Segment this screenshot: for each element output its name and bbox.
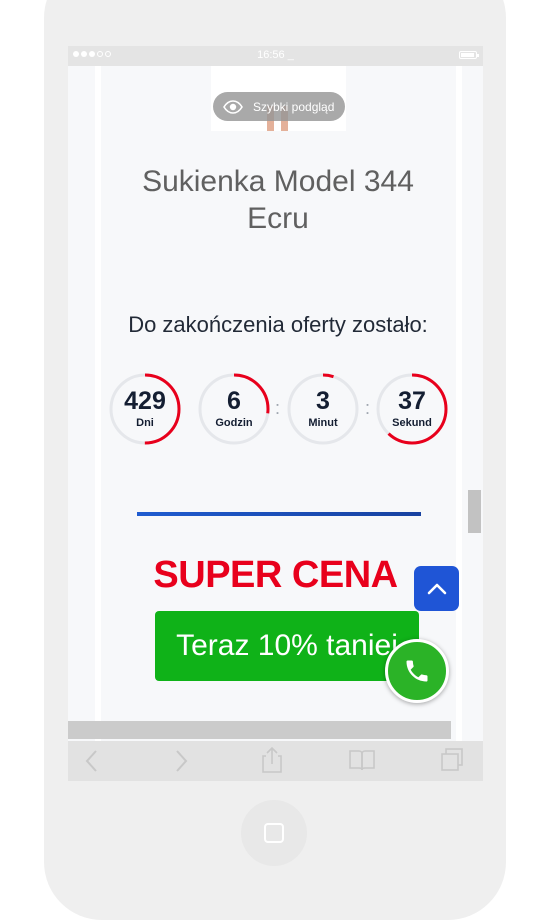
quick-view-button[interactable]: Szybki podgląd (213, 92, 345, 121)
tabs-icon[interactable] (439, 747, 465, 773)
scroll-top-button[interactable] (414, 566, 459, 611)
phone-icon (406, 660, 428, 682)
content-rail-right (456, 66, 462, 761)
page-content[interactable]: Szybki podgląd Sukienka Model 344 Ecru D… (68, 66, 483, 761)
status-time: 16:56 _ (257, 49, 294, 61)
home-square-icon (264, 823, 284, 843)
countdown-seconds: 37 Sekund (375, 372, 449, 446)
countdown-seconds-value: 37 (398, 387, 426, 415)
chevron-up-icon (427, 583, 446, 594)
offer-countdown-label: Do zakończenia oferty zostało: (128, 312, 428, 337)
countdown-hours: 6 Godzin (197, 372, 271, 446)
content-rail-left (95, 66, 101, 761)
countdown-hours-value: 6 (227, 387, 241, 415)
browser-toolbar (68, 741, 483, 781)
status-bar: 16:56 _ (68, 46, 483, 66)
book-icon[interactable] (348, 748, 376, 772)
countdown-days: 429 Dni (108, 372, 182, 446)
discount-button[interactable]: Teraz 10% taniej (155, 611, 419, 681)
chevron-right-icon[interactable] (172, 749, 190, 773)
share-icon[interactable] (260, 746, 284, 774)
product-title-line1: Sukienka Model 344 (142, 165, 414, 198)
scrollbar-thumb[interactable] (468, 490, 481, 533)
countdown-separator: : (365, 398, 371, 418)
eye-icon (223, 99, 243, 114)
countdown-minutes-value: 3 (316, 387, 330, 415)
countdown-days-value: 429 (124, 387, 166, 415)
countdown-minutes-label: Minut (308, 417, 338, 429)
countdown-separator: : (275, 398, 281, 418)
call-button[interactable] (385, 639, 449, 703)
phone-screen: 16:56 _ Szybki podgląd Sukienka Model 34… (68, 46, 483, 781)
section-divider (137, 512, 421, 516)
countdown-minutes: 3 Minut (286, 372, 360, 446)
countdown-days-label: Dni (136, 417, 154, 429)
countdown-seconds-label: Sekund (392, 417, 432, 429)
horizontal-scrollbar[interactable] (68, 721, 451, 739)
countdown-hours-label: Godzin (215, 417, 253, 429)
chevron-left-icon[interactable] (83, 749, 101, 773)
home-button[interactable] (241, 800, 307, 866)
quick-view-label: Szybki podgląd (253, 99, 335, 114)
product-title: Sukienka Model 344 Ecru (108, 163, 448, 237)
product-title-line2: Ecru (247, 202, 309, 235)
battery-icon (459, 51, 479, 59)
